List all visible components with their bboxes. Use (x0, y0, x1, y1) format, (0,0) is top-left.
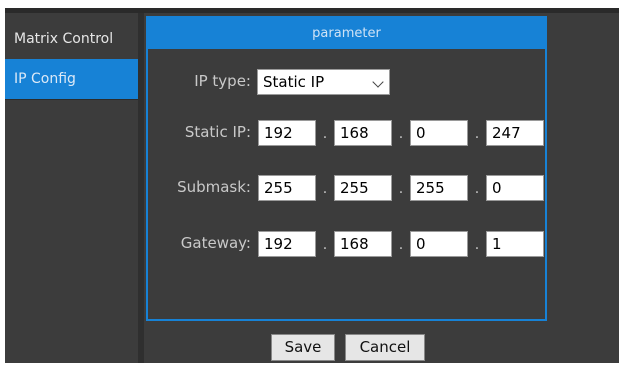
vertical-divider (138, 13, 144, 363)
submask-label: Submask: (177, 178, 251, 196)
octet-separator: . (322, 237, 328, 253)
sidebar-item-ip-config[interactable]: IP Config (5, 59, 138, 99)
save-button[interactable]: Save (271, 334, 335, 361)
sidebar-item-matrix-control[interactable]: Matrix Control (5, 19, 138, 59)
submask-octet-2[interactable]: 255 (334, 175, 392, 201)
octet-separator: . (398, 126, 404, 142)
gateway-octet-3[interactable]: 0 (410, 231, 468, 257)
octet-separator: . (322, 126, 328, 142)
octet-separator: . (474, 237, 480, 253)
parameter-panel: parameter IP type: Static IP Static IP: … (146, 16, 547, 321)
ip-type-label: IP type: (194, 72, 251, 90)
submask-octet-1[interactable]: 255 (258, 175, 316, 201)
octet-separator: . (398, 237, 404, 253)
octet-separator: . (322, 181, 328, 197)
cancel-button[interactable]: Cancel (345, 334, 425, 361)
ip-type-select[interactable]: Static IP (257, 69, 390, 95)
gateway-octet-4[interactable]: 1 (486, 231, 544, 257)
app-window: Matrix Control IP Config parameter IP ty… (5, 8, 619, 363)
octet-separator: . (398, 181, 404, 197)
gateway-label: Gateway: (180, 234, 251, 252)
static-ip-octet-3[interactable]: 0 (410, 120, 468, 146)
chevron-down-icon (372, 76, 384, 88)
static-ip-octet-1[interactable]: 192 (258, 120, 316, 146)
gateway-octet-2[interactable]: 168 (334, 231, 392, 257)
submask-octet-4[interactable]: 0 (486, 175, 544, 201)
static-ip-octet-4[interactable]: 247 (486, 120, 544, 146)
ip-type-value: Static IP (263, 73, 325, 91)
sidebar: Matrix Control IP Config (5, 13, 138, 363)
gateway-octet-1[interactable]: 192 (258, 231, 316, 257)
submask-octet-3[interactable]: 255 (410, 175, 468, 201)
static-ip-label: Static IP: (184, 123, 251, 141)
static-ip-octet-2[interactable]: 168 (334, 120, 392, 146)
octet-separator: . (474, 181, 480, 197)
octet-separator: . (474, 126, 480, 142)
panel-title: parameter (148, 18, 545, 49)
sidebar-divider (5, 99, 138, 100)
